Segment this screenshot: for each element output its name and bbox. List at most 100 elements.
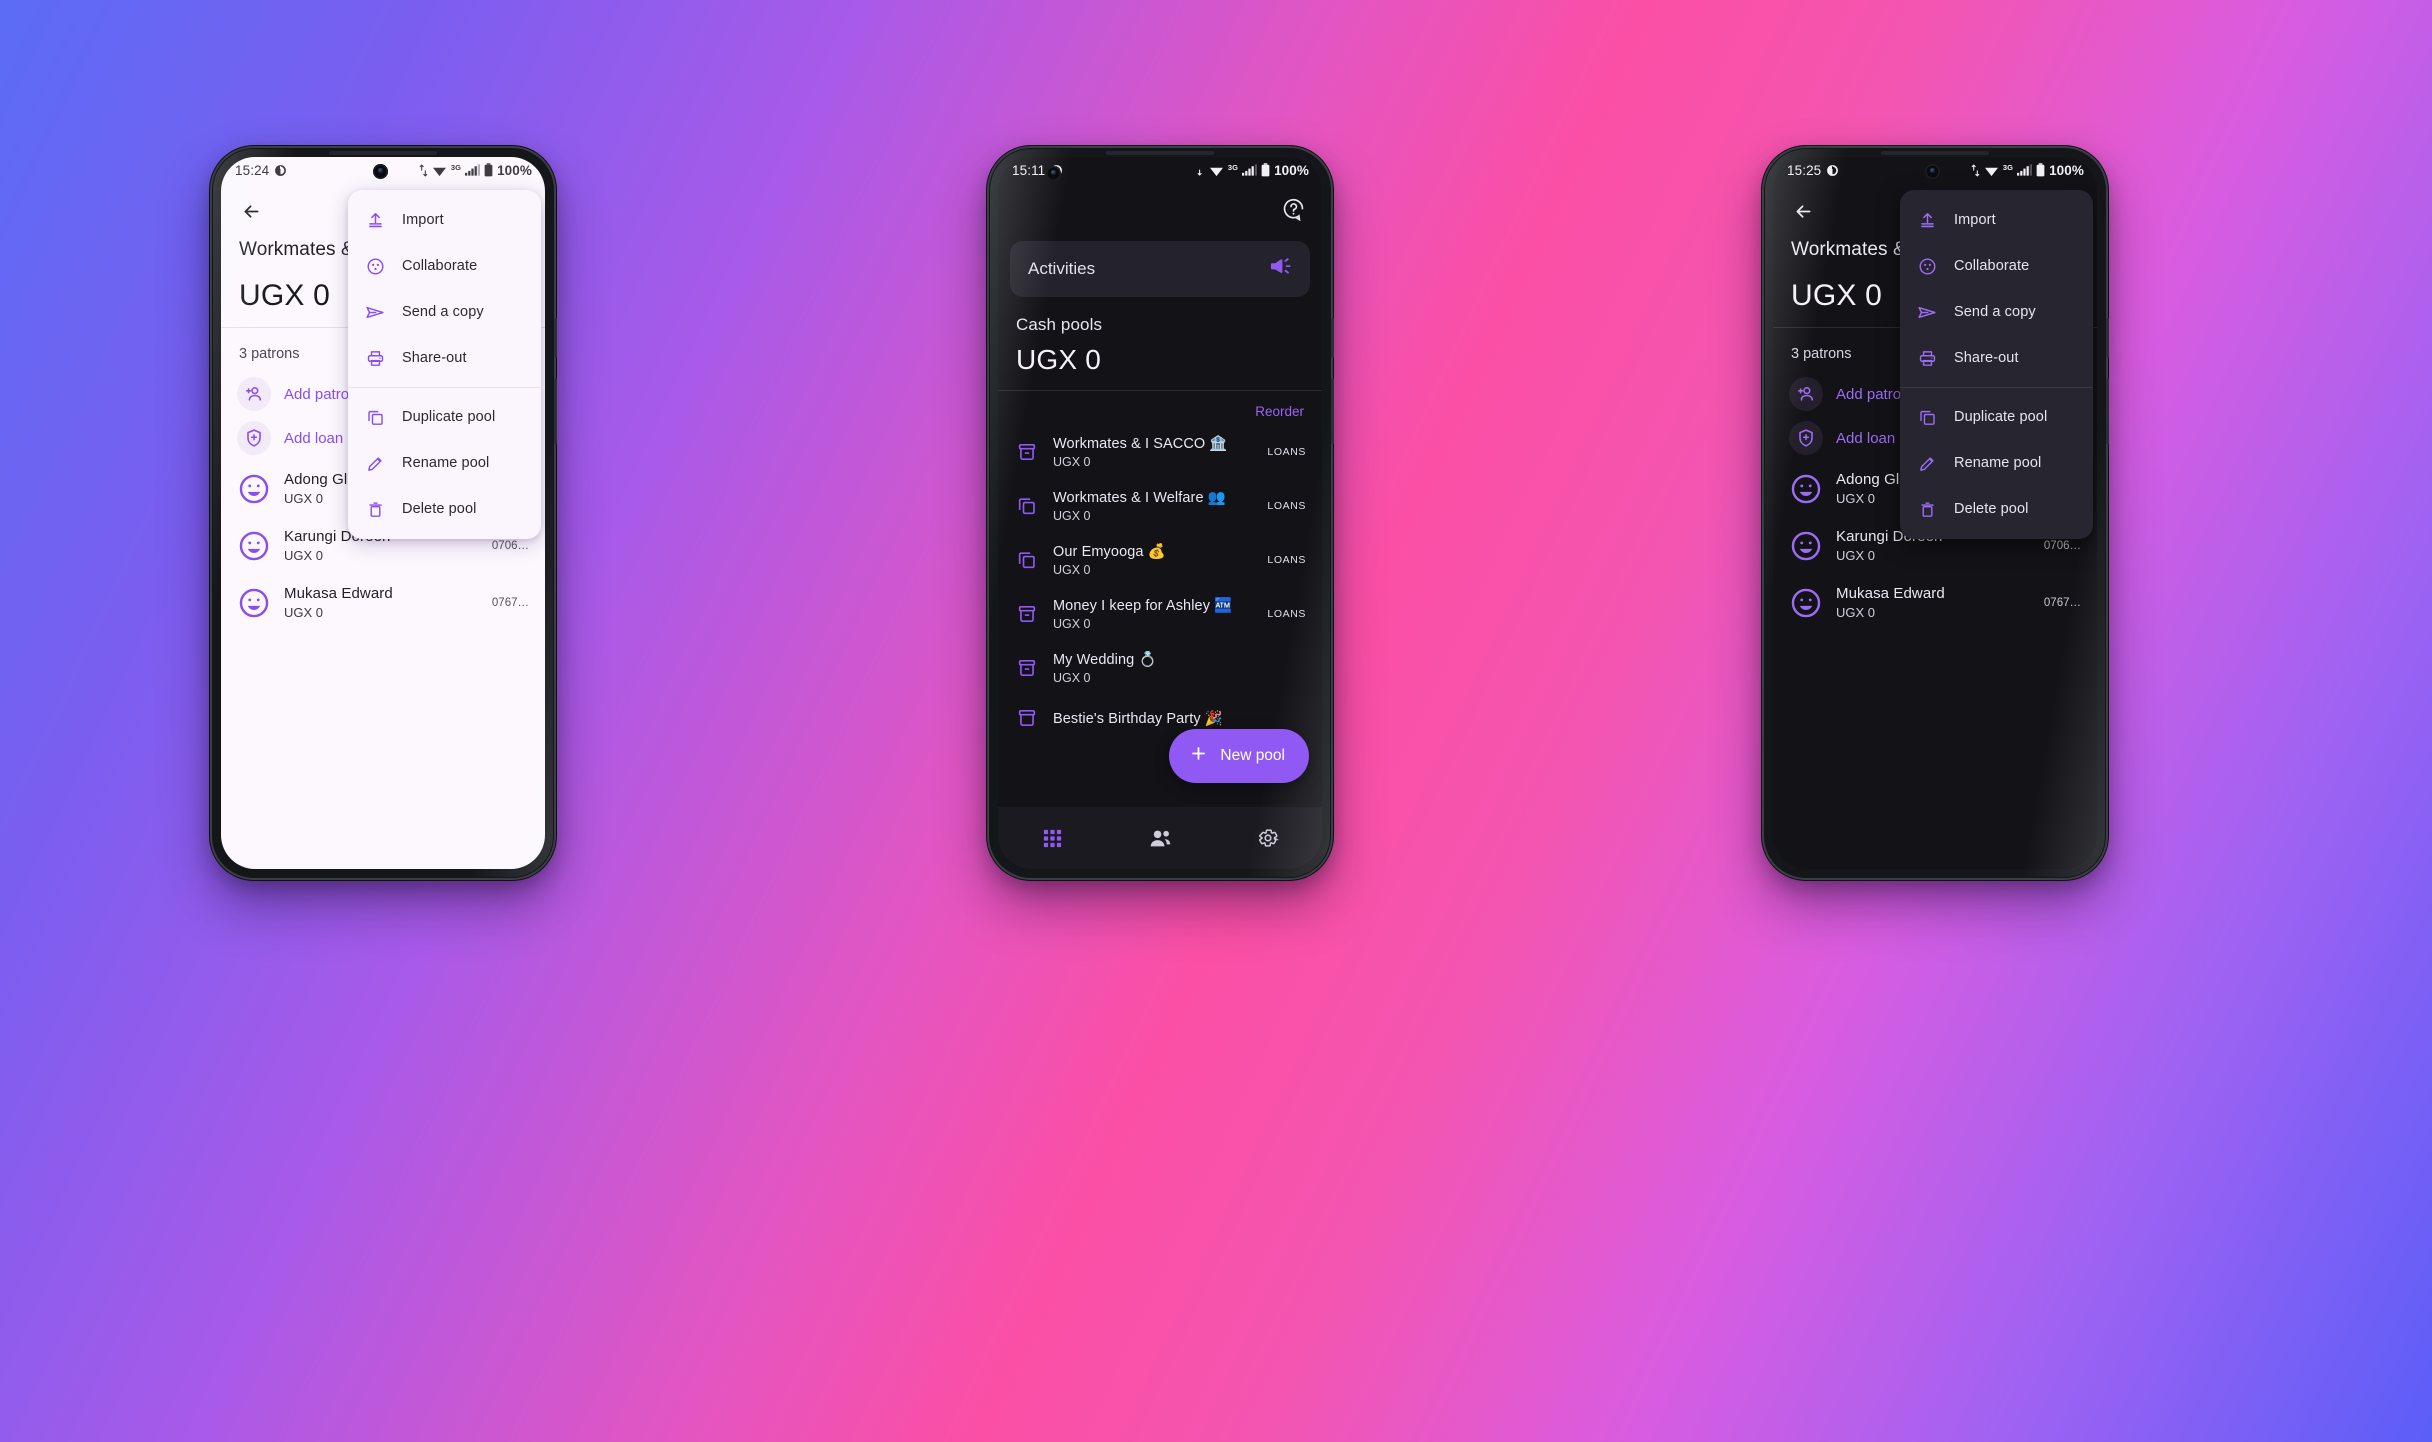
menu-item-label: Import: [402, 212, 444, 228]
list-item[interactable]: Our Emyooga 💰 UGX 0 LOANS: [998, 533, 1322, 587]
menu-item-send-a-copy[interactable]: Send a copy: [1900, 289, 2093, 335]
nav-tab-settings[interactable]: [1214, 826, 1322, 850]
menu-item-label: Collaborate: [1954, 258, 2030, 274]
alarm-status-icon: [1827, 164, 1839, 176]
menu-item-collaborate[interactable]: Collaborate: [1900, 243, 2093, 289]
smiley-icon: [1791, 474, 1821, 503]
menu-item-share-out[interactable]: Share-out: [1900, 335, 2093, 381]
status-time: 15:24: [235, 162, 270, 178]
archive-icon: [1014, 439, 1040, 465]
nav-tab-pools[interactable]: [998, 827, 1106, 850]
pencil-icon: [365, 453, 385, 473]
cash-pools-amount: UGX 0: [1016, 344, 1102, 375]
table-row[interactable]: Mukasa Edward UGX 0 0767…: [221, 574, 545, 631]
duplicate-icon: [365, 407, 385, 427]
list-item[interactable]: Workmates & I SACCO 🏦 UGX 0 LOANS: [998, 425, 1322, 479]
list-item[interactable]: Workmates & I Welfare 👥 UGX 0 LOANS: [998, 479, 1322, 533]
smiley-icon: [239, 474, 269, 503]
activities-card[interactable]: Activities: [1010, 241, 1310, 297]
front-camera-punch-hole: [1046, 166, 1061, 181]
menu-item-label: Duplicate pool: [402, 409, 496, 425]
list-item[interactable]: Money I keep for Ashley 🏧 UGX 0 LOANS: [998, 587, 1322, 641]
new-pool-label: New pool: [1220, 747, 1285, 764]
wifi-icon: [432, 167, 446, 176]
volume-button[interactable]: [2106, 378, 2109, 444]
signal-bars-icon: [465, 164, 481, 176]
battery-percent-label: 100%: [2049, 162, 2084, 178]
trash-icon: [365, 499, 385, 519]
patron-name: Mukasa Edward: [1836, 585, 1945, 602]
add-loan-label: Add loan: [1836, 429, 1896, 447]
battery-percent-label: 100%: [1274, 162, 1309, 178]
menu-item-import[interactable]: Import: [1900, 197, 2093, 243]
menu-item-send-a-copy[interactable]: Send a copy: [348, 289, 541, 335]
add-loan-label: Add loan: [284, 429, 344, 447]
help-row: [998, 183, 1322, 227]
patron-phone: 0706…: [2043, 539, 2081, 552]
wifi-icon: [1209, 167, 1223, 176]
pool-name: Workmates & I Welfare 👥: [1053, 490, 1226, 506]
pool-amount: UGX 0: [1053, 455, 1091, 469]
nav-tab-people[interactable]: [1106, 826, 1214, 851]
import-icon: [1917, 210, 1937, 230]
menu-item-label: Share-out: [402, 350, 467, 366]
menu-item-label: Rename pool: [402, 455, 490, 471]
pool-amount: UGX 0: [1053, 563, 1091, 577]
menu-item-share-out[interactable]: Share-out: [348, 335, 541, 381]
front-camera-punch-hole: [373, 164, 388, 179]
overflow-menu: Import Collaborate Send a copy Share-out…: [1900, 190, 2093, 539]
menu-item-duplicate-pool[interactable]: Duplicate pool: [348, 394, 541, 440]
reorder-button[interactable]: Reorder: [1255, 404, 1304, 419]
power-button[interactable]: [554, 318, 557, 358]
battery-icon: [2036, 163, 2045, 177]
back-arrow-icon[interactable]: [233, 193, 269, 229]
import-icon: [365, 210, 385, 230]
plus-icon: [1189, 744, 1208, 768]
patron-amount: UGX 0: [1836, 605, 1876, 620]
menu-divider: [1900, 387, 2093, 388]
patron-phone: 0706…: [491, 539, 529, 552]
phone-1: 15:24 3G 100% Workmates & I UGX 0 3 patr…: [212, 148, 557, 878]
volume-button[interactable]: [1331, 378, 1334, 444]
menu-item-rename-pool[interactable]: Rename pool: [348, 440, 541, 486]
patron-phone: 0767…: [2043, 596, 2081, 609]
table-row[interactable]: Mukasa Edward UGX 0 0767…: [1773, 574, 2097, 631]
data-transfer-icon: [1971, 163, 1980, 177]
front-camera-punch-hole: [1925, 164, 1940, 179]
menu-item-delete-pool[interactable]: Delete pool: [1900, 486, 2093, 532]
power-button[interactable]: [2106, 318, 2109, 358]
menu-item-delete-pool[interactable]: Delete pool: [348, 486, 541, 532]
list-item[interactable]: My Wedding 💍 UGX 0: [998, 641, 1322, 695]
pencil-icon: [1917, 453, 1937, 473]
send-icon: [1917, 302, 1937, 322]
patron-phone: 0767…: [491, 596, 529, 609]
menu-item-import[interactable]: Import: [348, 197, 541, 243]
cash-pools-label: Cash pools: [1016, 315, 1103, 334]
menu-item-label: Share-out: [1954, 350, 2019, 366]
gear-icon: [1259, 829, 1280, 847]
menu-divider: [348, 387, 541, 388]
pool-name: Money I keep for Ashley 🏧: [1053, 598, 1233, 614]
back-arrow-icon[interactable]: [1785, 193, 1821, 229]
menu-item-rename-pool[interactable]: Rename pool: [1900, 440, 2093, 486]
smiley-icon: [239, 588, 269, 617]
new-pool-button[interactable]: New pool: [1169, 729, 1309, 783]
menu-item-label: Delete pool: [1954, 501, 2029, 517]
bottom-navigation: [998, 807, 1322, 869]
grid-icon: [1043, 829, 1061, 847]
print-icon: [1917, 348, 1937, 368]
archive-icon: [1014, 705, 1040, 731]
status-badge: LOANS: [1267, 554, 1306, 566]
pool-amount: UGX 0: [1053, 617, 1091, 631]
add-patron-label: Add patron: [284, 385, 358, 403]
volume-button[interactable]: [554, 378, 557, 444]
power-button[interactable]: [1331, 318, 1334, 358]
signal-bars-icon: [2017, 164, 2033, 176]
help-circle-icon[interactable]: [1281, 197, 1306, 227]
menu-item-duplicate-pool[interactable]: Duplicate pool: [1900, 394, 2093, 440]
patron-amount: UGX 0: [284, 605, 324, 620]
signal-bars-icon: [1242, 164, 1258, 176]
pool-amount: UGX 0: [1053, 509, 1091, 523]
menu-item-collaborate[interactable]: Collaborate: [348, 243, 541, 289]
shield-plus-icon: [237, 421, 271, 455]
